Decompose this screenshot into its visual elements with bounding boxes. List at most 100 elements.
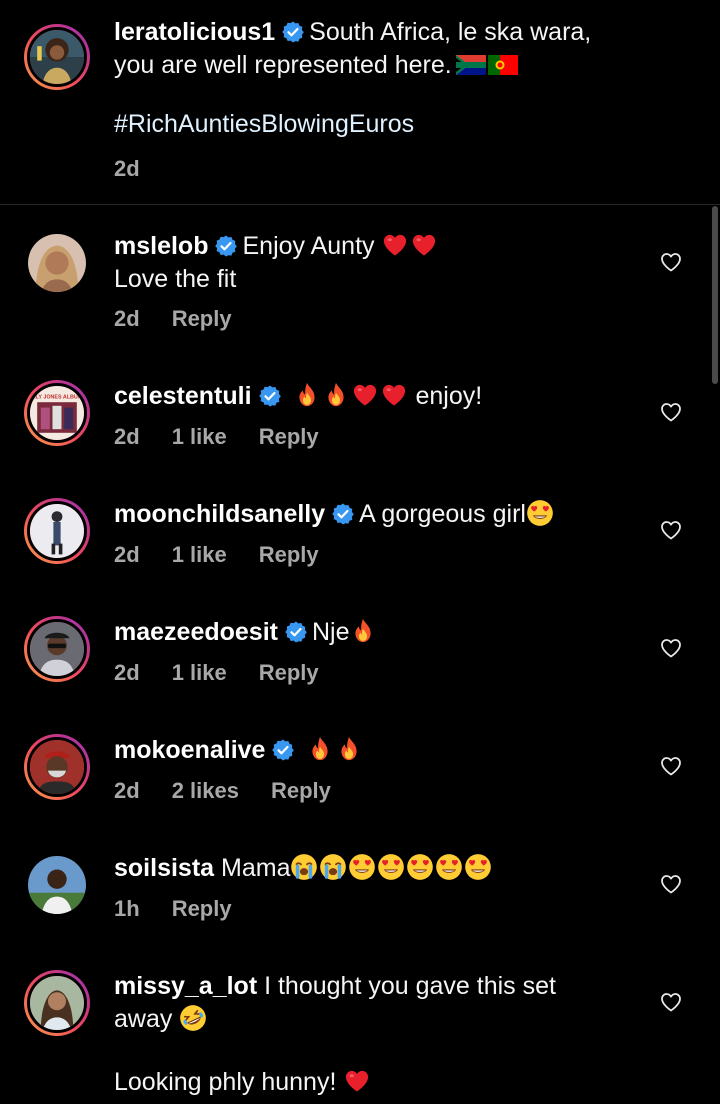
like-heart-icon[interactable] bbox=[659, 636, 683, 660]
comment-body-line3: Looking phly hunny! bbox=[114, 1068, 337, 1096]
reply-button[interactable]: Reply bbox=[259, 542, 319, 567]
verified-badge-icon bbox=[214, 234, 238, 258]
like-count[interactable]: 2 likes bbox=[172, 778, 239, 803]
comment-avatar[interactable] bbox=[24, 734, 90, 800]
heart-eyes-icon bbox=[348, 853, 376, 881]
like-heart-icon[interactable] bbox=[659, 754, 683, 778]
like-heart-icon[interactable] bbox=[659, 990, 683, 1014]
scrollbar[interactable] bbox=[712, 206, 718, 384]
red-heart-icon bbox=[381, 231, 409, 259]
heart-eyes-icon bbox=[406, 853, 434, 881]
heart-eyes-icon bbox=[377, 853, 405, 881]
caption-time: 2d bbox=[114, 156, 140, 181]
comment-username[interactable]: missy_a_lot bbox=[114, 972, 257, 1000]
red-heart-icon bbox=[410, 231, 438, 259]
fire-icon bbox=[335, 735, 363, 763]
like-heart-icon[interactable] bbox=[659, 400, 683, 424]
comment-text: mslelob Enjoy Aunty Love the fit bbox=[114, 230, 634, 296]
caption-username[interactable]: leratolicious1 bbox=[114, 18, 275, 46]
crying-icon bbox=[319, 853, 347, 881]
comment-username[interactable]: mslelob bbox=[114, 232, 208, 260]
comment-avatar[interactable] bbox=[24, 498, 90, 564]
red-heart-icon bbox=[380, 381, 408, 409]
fire-icon bbox=[349, 617, 377, 645]
comment-time: 2d bbox=[114, 542, 140, 567]
fire-icon bbox=[322, 381, 350, 409]
caption-text: leratolicious1 South Africa, le ska wara,… bbox=[114, 16, 634, 82]
like-count[interactable]: 1 like bbox=[172, 542, 227, 567]
comment-avatar[interactable] bbox=[24, 970, 90, 1036]
heart-eyes-icon bbox=[464, 853, 492, 881]
avatar-image bbox=[28, 856, 86, 914]
avatar-image bbox=[30, 622, 84, 676]
comment-meta: 2d 2 likes Reply bbox=[114, 778, 363, 804]
avatar-image: ALY JONES ALBUM bbox=[30, 386, 84, 440]
post-caption: leratolicious1 South Africa, le ska wara,… bbox=[0, 0, 720, 205]
comment-body: A gorgeous girl bbox=[359, 500, 526, 528]
comment-text: missy_a_lot I thought you gave this set … bbox=[114, 970, 634, 1099]
comment-meta: 1h Reply bbox=[114, 896, 264, 922]
verified-badge-icon bbox=[271, 738, 295, 762]
comment-text: celestentuli enjoy! bbox=[114, 380, 634, 413]
comment-avatar[interactable]: ALY JONES ALBUM bbox=[24, 380, 90, 446]
comment-text: mokoenalive bbox=[114, 734, 634, 767]
comment-username[interactable]: moonchildsanelly bbox=[114, 500, 325, 528]
caption-avatar[interactable] bbox=[24, 24, 90, 90]
like-heart-icon[interactable] bbox=[659, 518, 683, 542]
comment-meta: 2d 1 like Reply bbox=[114, 424, 351, 450]
fire-icon bbox=[293, 381, 321, 409]
avatar-image bbox=[28, 234, 86, 292]
like-count[interactable]: 1 like bbox=[172, 660, 227, 685]
comment-text: moonchildsanelly A gorgeous girl bbox=[114, 498, 634, 531]
avatar-image bbox=[30, 30, 84, 84]
comment-text: soilsista Mama bbox=[114, 852, 634, 885]
comment-avatar[interactable] bbox=[28, 856, 86, 914]
comment-body: I thought you gave this set bbox=[264, 972, 556, 1000]
caption-hashtag[interactable]: #RichAuntiesBlowingEuros bbox=[114, 110, 414, 139]
avatar-image bbox=[30, 740, 84, 794]
comment-username[interactable]: soilsista bbox=[114, 854, 214, 882]
verified-badge-icon bbox=[258, 384, 282, 408]
comment-time: 2d bbox=[114, 778, 140, 803]
south-africa-flag-icon bbox=[455, 55, 486, 75]
reply-button[interactable]: Reply bbox=[172, 896, 232, 921]
crying-icon bbox=[290, 853, 318, 881]
like-heart-icon[interactable] bbox=[659, 250, 683, 274]
comment-avatar[interactable] bbox=[24, 616, 90, 682]
caption-text-line2: you are well represented here. bbox=[114, 51, 452, 79]
comment-body: Enjoy Aunty bbox=[242, 232, 375, 260]
avatar-image bbox=[30, 504, 84, 558]
fire-icon bbox=[306, 735, 334, 763]
reply-button[interactable]: Reply bbox=[259, 424, 319, 449]
comment-avatar[interactable] bbox=[28, 234, 86, 292]
caption-meta: 2d bbox=[114, 156, 172, 182]
comment-username[interactable]: mokoenalive bbox=[114, 736, 265, 764]
comment-body: Mama bbox=[221, 854, 291, 882]
verified-badge-icon bbox=[331, 502, 355, 526]
comment-text: maezeedoesit Nje bbox=[114, 616, 634, 649]
comment-body-line2: Love the fit bbox=[114, 265, 237, 293]
comment-username[interactable]: maezeedoesit bbox=[114, 618, 278, 646]
comment-body: enjoy! bbox=[415, 382, 483, 410]
comment-meta: 2d Reply bbox=[114, 306, 264, 332]
verified-badge-icon bbox=[281, 20, 305, 44]
comment-body-line2: away bbox=[114, 1005, 173, 1033]
comment-time: 2d bbox=[114, 660, 140, 685]
avatar-image bbox=[30, 976, 84, 1030]
comment-time: 2d bbox=[114, 424, 140, 449]
like-count[interactable]: 1 like bbox=[172, 424, 227, 449]
comment-username[interactable]: celestentuli bbox=[114, 382, 252, 410]
caption-text-line1: South Africa, le ska wara, bbox=[309, 18, 592, 46]
comment-time: 2d bbox=[114, 306, 140, 331]
like-heart-icon[interactable] bbox=[659, 872, 683, 896]
comment-meta: 2d 1 like Reply bbox=[114, 660, 351, 686]
reply-button[interactable]: Reply bbox=[271, 778, 331, 803]
verified-badge-icon bbox=[284, 620, 308, 644]
red-heart-icon bbox=[343, 1067, 371, 1095]
comment-body: Nje bbox=[311, 618, 350, 646]
heart-eyes-icon bbox=[435, 853, 463, 881]
rolling-laughing-icon bbox=[179, 1004, 207, 1032]
comment-meta: 2d 1 like Reply bbox=[114, 542, 351, 568]
reply-button[interactable]: Reply bbox=[172, 306, 232, 331]
reply-button[interactable]: Reply bbox=[259, 660, 319, 685]
